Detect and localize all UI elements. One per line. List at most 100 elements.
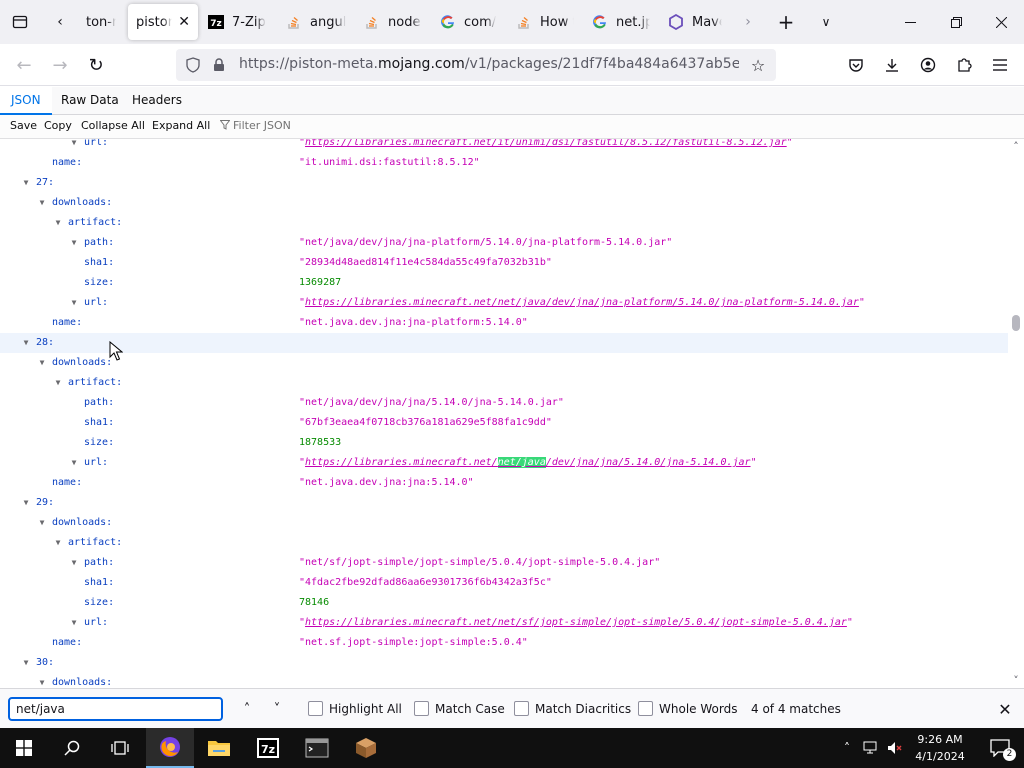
json-row[interactable]: ▼ artifact: xyxy=(0,213,1008,233)
system-clock[interactable]: 9:26 AM 4/1/2024 xyxy=(908,731,972,765)
json-row[interactable]: ▼ url: "https://libraries.minecraft.net/it… xyxy=(0,139,1008,153)
new-tab-button[interactable]: + xyxy=(766,0,806,44)
lock-icon[interactable] xyxy=(210,56,228,74)
expand-toggle-icon[interactable]: ▼ xyxy=(37,193,47,213)
expand-toggle-icon[interactable]: ▼ xyxy=(21,333,31,353)
show-hidden-icons-button[interactable]: ˄ xyxy=(838,738,856,758)
volume-muted-icon[interactable] xyxy=(886,738,904,758)
tab-json[interactable]: JSON xyxy=(0,87,52,115)
json-row[interactable]: ▼ downloads: xyxy=(0,513,1008,533)
account-button[interactable] xyxy=(916,53,940,77)
expand-toggle-icon[interactable]: ▼ xyxy=(53,533,63,553)
browser-tab[interactable]: ton-me xyxy=(78,4,124,40)
find-close-button[interactable]: ✕ xyxy=(994,698,1016,720)
close-tab-icon[interactable]: ✕ xyxy=(172,14,190,30)
expand-toggle-icon[interactable]: ▼ xyxy=(69,453,79,473)
json-row[interactable]: ▼ url: "https://libraries.minecraft.net/ne… xyxy=(0,293,1008,313)
expand-toggle-icon[interactable]: ▼ xyxy=(37,513,47,533)
json-row[interactable]: ▼ downloads: xyxy=(0,193,1008,213)
vertical-scrollbar[interactable]: ˄ ˅ xyxy=(1008,139,1024,688)
expand-all-button[interactable]: Expand All xyxy=(152,119,210,132)
browser-tab[interactable]: com/ xyxy=(432,4,506,40)
expand-toggle-icon[interactable]: ▼ xyxy=(69,553,79,573)
whole-words-checkbox[interactable]: Whole Words xyxy=(638,701,737,716)
browser-tab[interactable]: node. xyxy=(356,4,430,40)
url-link[interactable]: https://libraries.minecraft.net/it/unimi… xyxy=(305,139,787,148)
json-row[interactable]: size: 1878533 xyxy=(0,433,1008,453)
scroll-down-arrow-icon[interactable]: ˅ xyxy=(1008,673,1024,687)
task-view-button[interactable] xyxy=(96,728,144,768)
back-button[interactable]: ← xyxy=(12,53,36,77)
forward-button[interactable]: → xyxy=(48,53,72,77)
json-row[interactable]: ▼ path: "net/sf/jopt-simple/jopt-simple/5.… xyxy=(0,553,1008,573)
pocket-button[interactable] xyxy=(844,53,868,77)
bookmark-star-icon[interactable]: ☆ xyxy=(749,56,767,75)
expand-toggle-icon[interactable]: ▼ xyxy=(69,293,79,313)
json-row[interactable]: ▼ path: "net/java/dev/jna/jna-platform/5.1… xyxy=(0,233,1008,253)
json-row[interactable]: ▼ 29: xyxy=(0,493,1008,513)
json-row[interactable]: size: 1369287 xyxy=(0,273,1008,293)
search-button[interactable] xyxy=(48,728,96,768)
url-text[interactable]: https://piston-meta.mojang.com/v1/packag… xyxy=(239,56,739,72)
tracking-protection-icon[interactable] xyxy=(184,56,202,74)
firefox-view-button[interactable] xyxy=(0,0,40,44)
find-input[interactable] xyxy=(8,697,223,721)
browser-tab[interactable]: Maven xyxy=(660,4,730,40)
extensions-button[interactable] xyxy=(952,53,976,77)
json-row[interactable]: ▼ artifact: xyxy=(0,533,1008,553)
expand-toggle-icon[interactable]: ▼ xyxy=(21,173,31,193)
scroll-up-arrow-icon[interactable]: ˄ xyxy=(1008,139,1024,153)
taskbar-terminal[interactable] xyxy=(293,728,341,768)
tab-raw-data[interactable]: Raw Data xyxy=(50,87,130,115)
browser-tab[interactable]: 7z 7-Zip xyxy=(200,4,276,40)
json-row[interactable]: ▼ artifact: xyxy=(0,373,1008,393)
expand-toggle-icon[interactable]: ▼ xyxy=(69,139,79,153)
json-row[interactable]: ▼ downloads: xyxy=(0,353,1008,373)
highlight-all-checkbox[interactable]: Highlight All xyxy=(308,701,402,716)
json-row[interactable]: sha1: "28934d48aed814f11e4c584da55c49fa70… xyxy=(0,253,1008,273)
find-next-button[interactable]: ˅ xyxy=(267,699,287,719)
network-icon[interactable] xyxy=(862,738,880,758)
json-row[interactable]: name: "net.java.dev.jna:jna:5.14.0" xyxy=(0,473,1008,493)
start-button[interactable] xyxy=(0,728,48,768)
json-row[interactable]: name: "net.java.dev.jna:jna-platform:5.14… xyxy=(0,313,1008,333)
url-link[interactable]: https://libraries.minecraft.net/net/java… xyxy=(305,297,859,308)
json-row[interactable]: sha1: "4fdac2fbe92dfad86aa6e9301736f6b434… xyxy=(0,573,1008,593)
taskbar-7zip[interactable]: 7z xyxy=(244,728,292,768)
minimize-button[interactable] xyxy=(887,0,933,44)
taskbar-firefox[interactable] xyxy=(146,728,194,768)
url-bar[interactable]: https://piston-meta.mojang.com/v1/packag… xyxy=(176,49,776,81)
match-diacritics-checkbox[interactable]: Match Diacritics xyxy=(514,701,631,716)
browser-tab[interactable]: piston-✕ xyxy=(128,4,198,40)
collapse-all-button[interactable]: Collapse All xyxy=(81,119,145,132)
copy-button[interactable]: Copy xyxy=(44,119,72,132)
expand-toggle-icon[interactable]: ▼ xyxy=(53,213,63,233)
scrollbar-thumb[interactable] xyxy=(1012,315,1020,331)
json-row[interactable]: ▼ url: "https://libraries.minecraft.net/ne… xyxy=(0,613,1008,633)
tab-scroll-right-button[interactable]: › xyxy=(730,0,766,44)
json-row[interactable]: path: "net/java/dev/jna/jna/5.14.0/jna-5.… xyxy=(0,393,1008,413)
url-link[interactable]: https://libraries.minecraft.net/net/sf/j… xyxy=(305,617,847,628)
expand-toggle-icon[interactable]: ▼ xyxy=(69,613,79,633)
tab-headers[interactable]: Headers xyxy=(121,87,193,115)
url-link[interactable]: https://libraries.minecraft.net/net/java… xyxy=(305,457,751,468)
json-row[interactable]: name: "net.sf.jopt-simple:jopt-simple:5.0… xyxy=(0,633,1008,653)
restore-button[interactable] xyxy=(933,0,979,44)
expand-toggle-icon[interactable]: ▼ xyxy=(21,653,31,673)
json-row[interactable]: ▼ 28: xyxy=(0,333,1008,353)
json-url-value[interactable]: "https://libraries.minecraft.net/net/jav… xyxy=(299,453,757,473)
browser-tab[interactable]: How t xyxy=(508,4,582,40)
json-row[interactable]: size: 78146 xyxy=(0,593,1008,613)
json-row[interactable]: sha1: "67bf3eaea4f0718cb376a181a629e5f88f… xyxy=(0,413,1008,433)
tab-scroll-left-button[interactable]: ‹ xyxy=(42,0,78,44)
downloads-button[interactable] xyxy=(880,53,904,77)
json-row[interactable]: ▼ downloads: xyxy=(0,673,1008,688)
taskbar-minecraft[interactable] xyxy=(342,728,390,768)
json-url-value[interactable]: "https://libraries.minecraft.net/net/sf/… xyxy=(299,613,853,633)
browser-tab[interactable]: angul xyxy=(278,4,354,40)
json-row[interactable]: ▼ 30: xyxy=(0,653,1008,673)
find-previous-button[interactable]: ˄ xyxy=(237,699,257,719)
action-center-button[interactable]: 2 xyxy=(976,728,1024,768)
expand-toggle-icon[interactable]: ▼ xyxy=(37,353,47,373)
browser-tab[interactable]: net.jp xyxy=(584,4,658,40)
